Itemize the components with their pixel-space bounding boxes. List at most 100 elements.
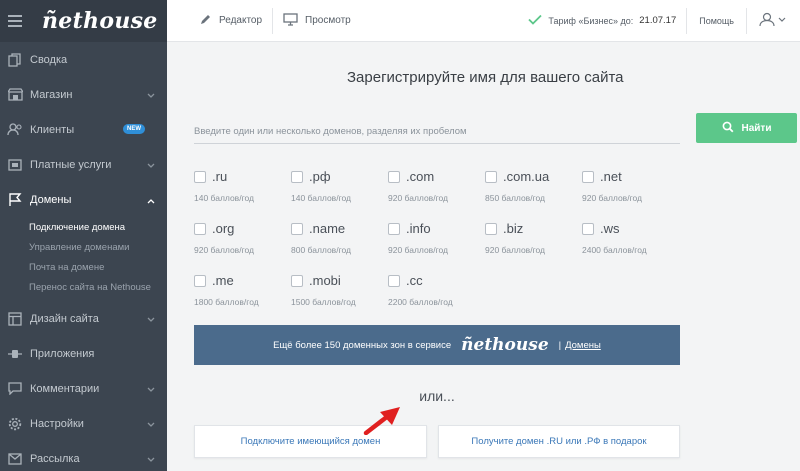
zone-checkbox[interactable] — [291, 170, 303, 183]
help-link[interactable]: Помощь — [687, 16, 746, 26]
zone-checkbox[interactable] — [485, 170, 497, 183]
zone-checkbox[interactable] — [582, 222, 594, 235]
users-icon — [7, 123, 23, 137]
zone-price: 2400 баллов/год — [582, 245, 647, 255]
zone-option-net[interactable]: .net 920 баллов/год — [582, 169, 672, 211]
zone-option-info[interactable]: .info 920 баллов/год — [388, 221, 478, 263]
zone-name: .рф — [309, 169, 331, 184]
submenu-domain-mail[interactable]: Почта на домене — [0, 257, 167, 277]
zone-checkbox[interactable] — [194, 222, 206, 235]
nethouse-logo[interactable]: ñethouse — [42, 8, 158, 34]
zone-name: .info — [406, 221, 431, 236]
zone-name: .ws — [600, 221, 620, 236]
promo-banner: Ещё более 150 доменных зон в сервисе ñet… — [194, 325, 680, 365]
zone-price: 920 баллов/год — [388, 193, 448, 203]
zone-option-ws[interactable]: .ws 2400 баллов/год — [582, 221, 672, 263]
zone-price: 920 баллов/год — [485, 245, 545, 255]
user-menu[interactable] — [747, 0, 800, 42]
zone-option-com[interactable]: .com 920 баллов/год — [388, 169, 478, 211]
zone-price: 1800 баллов/год — [194, 297, 259, 307]
zone-checkbox[interactable] — [582, 170, 594, 183]
submenu-manage-domains[interactable]: Управление доменами — [0, 237, 167, 257]
editor-button[interactable]: Редактор — [167, 0, 272, 42]
chevron-up-icon — [147, 195, 155, 207]
chevron-down-icon — [147, 314, 155, 326]
zone-price: 920 баллов/год — [194, 245, 254, 255]
zone-option-me[interactable]: .me 1800 баллов/год — [194, 273, 284, 315]
menu-icon[interactable] — [8, 15, 22, 27]
domain-search-input[interactable] — [194, 124, 680, 144]
zone-price: 2200 баллов/год — [388, 297, 453, 307]
sidebar-item-label: Клиенты — [30, 123, 75, 136]
zone-price: 1500 баллов/год — [291, 297, 356, 307]
sidebar-item-design[interactable]: Дизайн сайта — [0, 301, 167, 336]
preview-button[interactable]: Просмотр — [273, 0, 361, 42]
zone-name: .com.ua — [503, 169, 550, 184]
editor-label: Редактор — [219, 15, 263, 26]
sidebar-item-label: Платные услуги — [30, 158, 112, 171]
zone-option-ru[interactable]: .ru 140 баллов/год — [194, 169, 284, 211]
sidebar-item-label: Магазин — [30, 88, 73, 101]
zone-checkbox[interactable] — [485, 222, 497, 235]
sidebar-item-mailing[interactable]: Рассылка — [0, 441, 167, 471]
zone-option-biz[interactable]: .biz 920 баллов/год — [485, 221, 575, 263]
monitor-icon — [283, 12, 298, 29]
zone-price: 140 баллов/год — [291, 193, 351, 203]
chevron-down-icon — [147, 419, 155, 431]
sidebar-header: ñethouse — [0, 0, 167, 42]
new-badge: NEW — [123, 124, 145, 134]
plug-icon — [7, 347, 23, 361]
submenu-connect-domain[interactable]: Подключение домена — [0, 217, 167, 237]
or-divider-text: или... — [419, 388, 455, 404]
domains-service-link[interactable]: Домены — [565, 340, 601, 351]
chat-icon — [7, 382, 23, 396]
check-icon — [528, 14, 543, 27]
sidebar-item-clients[interactable]: Клиенты NEW — [0, 112, 167, 147]
zone-checkbox[interactable] — [194, 170, 206, 183]
sidebar-item-settings[interactable]: Настройки — [0, 406, 167, 441]
store-icon — [7, 88, 23, 102]
sidebar-item-apps[interactable]: Приложения — [0, 336, 167, 371]
zone-option-com-ua[interactable]: .com.ua 850 баллов/год — [485, 169, 575, 211]
get-free-domain-button[interactable]: Получите домен .RU или .РФ в подарок — [438, 425, 680, 458]
tariff-label: Тариф «Бизнес» до: — [548, 15, 634, 26]
chevron-down-icon — [147, 160, 155, 172]
sidebar-item-store[interactable]: Магазин — [0, 77, 167, 112]
sidebar-item-paid-services[interactable]: Платные услуги — [0, 147, 167, 182]
zone-checkbox[interactable] — [194, 274, 206, 287]
zone-name: .mobi — [309, 273, 341, 288]
sidebar-item-label: Сводка — [30, 53, 68, 66]
zone-option-org[interactable]: .org 920 баллов/год — [194, 221, 284, 263]
find-button[interactable]: Найти — [696, 113, 797, 143]
copy-icon — [7, 52, 23, 67]
zone-checkbox[interactable] — [388, 274, 400, 287]
promo-separator: | — [558, 339, 562, 351]
zone-checkbox[interactable] — [291, 222, 303, 235]
user-icon — [759, 12, 775, 30]
submenu-transfer-site[interactable]: Перенос сайта на Nethouse — [0, 277, 167, 297]
zone-name: .com — [406, 169, 435, 184]
zone-checkbox[interactable] — [291, 274, 303, 287]
zone-checkbox[interactable] — [388, 170, 400, 183]
promo-logo: ñethouse — [461, 335, 549, 355]
zone-price: 140 баллов/год — [194, 193, 254, 203]
zone-option-name[interactable]: .name 800 баллов/год — [291, 221, 381, 263]
tariff-info[interactable]: Тариф «Бизнес» до: 21.07.17 — [518, 14, 686, 27]
page-title: Зарегистрируйте имя для вашего сайта — [347, 69, 624, 86]
zone-checkbox[interactable] — [388, 222, 400, 235]
zone-option-rf[interactable]: .рф 140 баллов/год — [291, 169, 381, 211]
sidebar-item-comments[interactable]: Комментарии — [0, 371, 167, 406]
zone-name: .org — [212, 221, 235, 236]
zone-price: 850 баллов/год — [485, 193, 545, 203]
gear-icon — [7, 417, 23, 431]
zone-option-cc[interactable]: .cc 2200 баллов/год — [388, 273, 478, 315]
domains-submenu: Подключение домена Управление доменами П… — [0, 217, 167, 301]
sidebar-item-domains[interactable]: Домены — [0, 182, 167, 217]
preview-label: Просмотр — [305, 15, 351, 26]
sidebar-item-summary[interactable]: Сводка — [0, 42, 167, 77]
pointer-arrow-icon — [362, 405, 404, 440]
zone-price: 920 баллов/год — [582, 193, 642, 203]
layout-icon — [7, 311, 23, 326]
chevron-down-icon — [147, 90, 155, 102]
zone-option-mobi[interactable]: .mobi 1500 баллов/год — [291, 273, 381, 315]
